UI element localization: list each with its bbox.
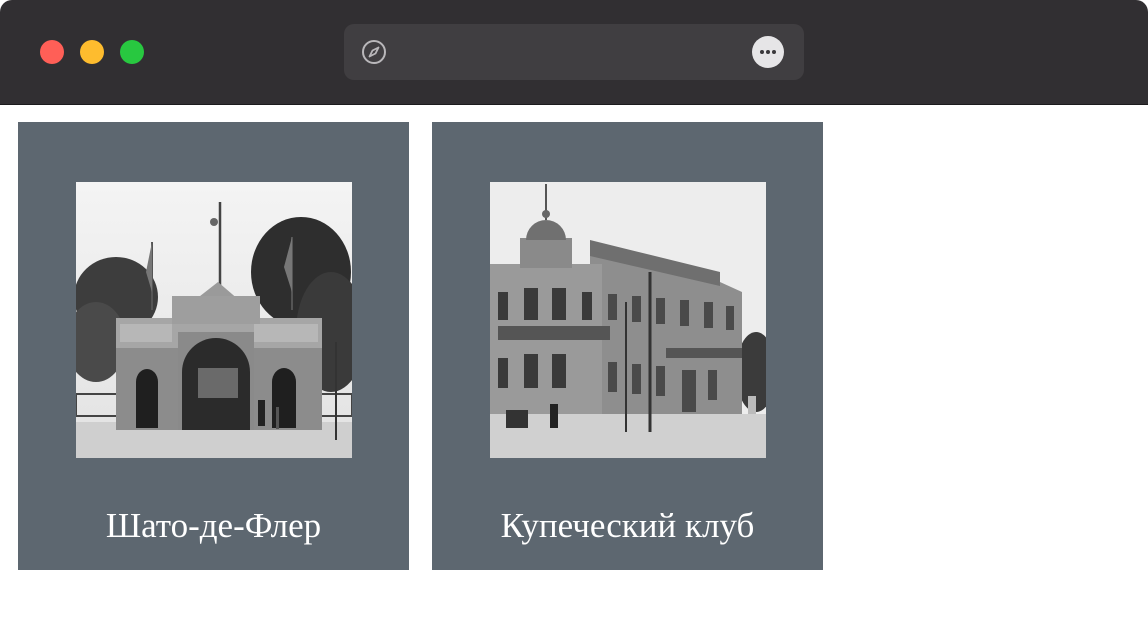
- page-content: Шато-де-Флер Купеческий клуб: [0, 105, 1148, 628]
- browser-window: Шато-де-Флер Купеческий клуб: [0, 0, 1148, 628]
- card-chateau-de-fleurs[interactable]: Шато-де-Флер: [18, 122, 409, 570]
- minimize-window-button[interactable]: [80, 40, 104, 64]
- chateau-de-fleurs-gate-photo: [76, 182, 352, 458]
- more-options-button[interactable]: [752, 36, 784, 68]
- more-options-icon-dot: [772, 50, 776, 54]
- compass-icon: [361, 39, 387, 65]
- card-merchant-club[interactable]: Купеческий клуб: [432, 122, 823, 570]
- more-options-icon: [760, 50, 764, 54]
- merchant-club-building-photo: [490, 182, 766, 458]
- zoom-window-button[interactable]: [120, 40, 144, 64]
- close-window-button[interactable]: [40, 40, 64, 64]
- more-options-icon-dot: [766, 50, 770, 54]
- card-caption: Шато-де-Флер: [105, 506, 322, 545]
- card-caption: Купеческий клуб: [500, 506, 755, 545]
- title-bar: [0, 0, 1148, 105]
- address-bar[interactable]: [344, 24, 804, 80]
